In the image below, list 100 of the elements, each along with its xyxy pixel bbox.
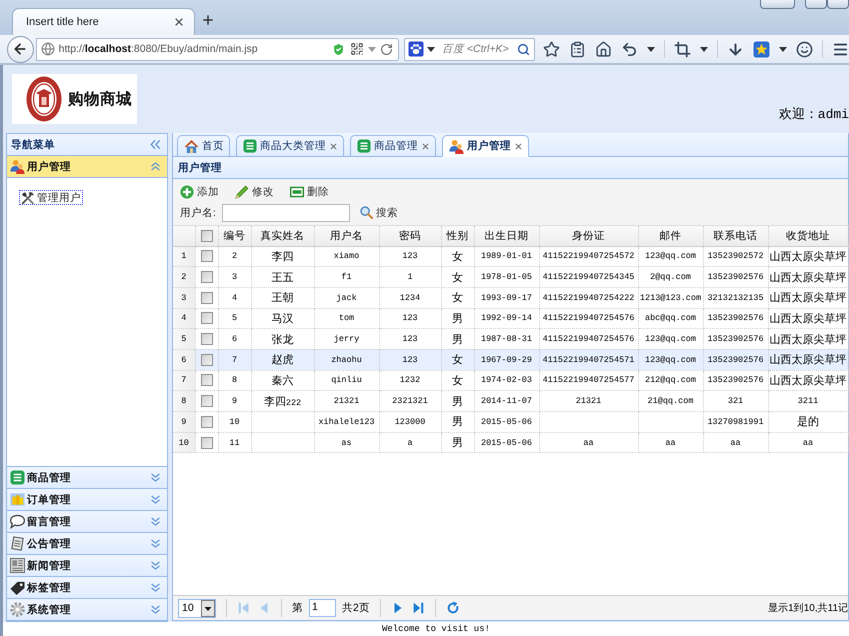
column-header[interactable]: 真实姓名 [251, 226, 314, 246]
checkbox[interactable] [200, 416, 212, 428]
refresh-icon[interactable] [446, 601, 460, 615]
column-header[interactable]: 密码 [379, 226, 441, 246]
address-bar[interactable]: http://localhost:8080/Ebuy/admin/main.jsp [36, 38, 399, 60]
close-icon[interactable] [421, 142, 430, 150]
checkbox[interactable] [200, 395, 212, 408]
close-icon[interactable] [173, 16, 185, 28]
browser-tab[interactable]: Insert title here [12, 8, 195, 35]
accordion-header[interactable]: 系统管理 [7, 599, 167, 621]
home-icon[interactable] [595, 40, 612, 58]
column-header[interactable]: 身份证 [539, 226, 638, 246]
search-icon[interactable] [517, 42, 530, 56]
accordion-header[interactable]: 新闻管理 [7, 555, 167, 577]
dropdown-icon[interactable] [201, 600, 215, 616]
list-icon [243, 139, 257, 153]
table-row[interactable]: 6 7 赵虎 zhaohu 123 女 1967-09-29 411522199407254571 123@qq.com 13523902576 山西太原尖草坪 [173, 349, 848, 370]
tab[interactable]: 用户管理 [442, 135, 529, 157]
chevrons-down-icon[interactable] [150, 516, 161, 527]
chevrons-down-icon[interactable] [150, 494, 161, 505]
accordion-header[interactable]: 标签管理 [7, 577, 167, 599]
username-field[interactable] [222, 204, 350, 222]
column-header[interactable]: 联系电话 [703, 226, 768, 246]
tab[interactable]: 首页 [177, 135, 230, 157]
table-row[interactable]: 8 9 李四222 21321 2321321 男 2014-11-07 21321 21@qq.com 321 3211 [173, 390, 848, 412]
clipboard-icon[interactable] [569, 40, 586, 58]
paw-icon[interactable] [408, 41, 424, 57]
table-row[interactable]: 10 11 as a 男 2015-05-06 aa aa aa aa [173, 432, 848, 453]
search-field[interactable]: 百度 <Ctrl+K> [404, 38, 535, 60]
chevrons-down-icon[interactable] [150, 472, 161, 483]
menu-item[interactable]: 管理用户 [19, 190, 83, 205]
crop-icon[interactable] [674, 40, 691, 58]
page-summary: 显示1到10,共11记 [768, 602, 848, 615]
page-size-select[interactable]: 10 [178, 598, 216, 618]
checkbox[interactable] [200, 354, 212, 366]
table-row[interactable]: 2 3 王五 f1 1 女 1978-01-05 411522199407254345 2@qq.com 13523902576 山西太原尖草坪 [173, 266, 848, 288]
checkbox[interactable] [200, 292, 212, 304]
accordion-header[interactable]: 用户管理 [7, 156, 167, 178]
table-row[interactable]: 3 4 王朝 jack 1234 女 1993-09-17 411522199407254222 1213@123.com 32132132135 山西太原尖草坪 [173, 287, 848, 308]
tab[interactable]: 商品大类管理 [236, 135, 344, 157]
window-control-button[interactable] [805, 0, 827, 9]
row-number: 5 [173, 328, 195, 350]
back-button[interactable] [7, 36, 34, 62]
column-header[interactable]: 编号 [218, 226, 251, 246]
accordion-header[interactable]: 留言管理 [7, 511, 167, 533]
window-control-button[interactable] [827, 0, 849, 9]
star-icon[interactable] [543, 40, 560, 58]
column-header[interactable]: 用户名 [314, 226, 379, 246]
page-input[interactable]: 1 [309, 599, 336, 617]
chevrons-down-icon[interactable] [150, 538, 161, 549]
chevrons-down-icon[interactable] [150, 560, 161, 571]
chevrons-down-icon[interactable] [150, 604, 161, 615]
chevrons-up-icon[interactable] [150, 161, 161, 172]
menu-icon[interactable] [832, 40, 849, 58]
checkbox[interactable] [200, 230, 212, 242]
edit-button[interactable]: 修改 [235, 184, 274, 198]
caret-icon[interactable] [426, 46, 435, 52]
reload-icon[interactable] [380, 42, 393, 56]
checkbox[interactable] [200, 271, 212, 284]
checkbox[interactable] [200, 250, 212, 262]
column-header[interactable]: 收货地址 [768, 226, 848, 246]
table-row[interactable]: 9 10 xihalele123 123000 男 2015-05-06 13270981991 是的 [173, 412, 848, 432]
smiley-icon[interactable] [796, 40, 813, 58]
checkbox[interactable] [200, 333, 212, 346]
close-icon[interactable] [329, 142, 338, 150]
checkbox[interactable] [200, 436, 212, 449]
checkbox[interactable] [200, 312, 212, 324]
close-icon[interactable] [514, 142, 523, 150]
undo-icon[interactable] [621, 40, 638, 58]
qr-code-icon[interactable] [350, 42, 364, 56]
column-header[interactable]: 出生日期 [474, 226, 539, 246]
caret-icon[interactable] [700, 46, 708, 52]
window-control-button[interactable] [760, 0, 795, 9]
table-row[interactable]: 1 2 李四 xiamo 123 女 1989-01-01 411522199407254572 123@qq.com 13523902572 山西太原尖草坪 [173, 246, 848, 267]
caret-icon[interactable] [779, 46, 787, 52]
accordion-header[interactable]: 订单管理 [7, 489, 167, 511]
table-row[interactable]: 5 6 张龙 jerry 123 男 1987-08-31 411522199407254576 123@qq.com 13523902576 山西太原尖草坪 [173, 328, 848, 350]
panel-title: 导航菜单 [11, 138, 55, 152]
collapse-icon[interactable] [150, 139, 161, 150]
row-number: 10 [173, 432, 195, 453]
caret-icon[interactable] [647, 46, 655, 52]
notepad-icon [10, 536, 25, 551]
table-cell: a [379, 432, 441, 453]
checkbox[interactable] [200, 374, 212, 386]
star-badge-icon[interactable] [753, 40, 770, 58]
column-header[interactable]: 邮件 [638, 226, 703, 246]
accordion-header[interactable]: 公告管理 [7, 533, 167, 555]
plus-icon[interactable] [201, 13, 215, 27]
column-header[interactable]: 性别 [441, 226, 474, 246]
delete-button[interactable]: 删除 [290, 184, 329, 198]
skip-to-end-icon[interactable] [410, 601, 425, 615]
search-button[interactable]: 搜索 [360, 206, 398, 220]
chevrons-down-icon[interactable] [150, 582, 161, 593]
table-row[interactable]: 4 5 马汉 tom 123 男 1992-09-14 411522199407254576 abc@qq.com 13523902576 山西太原尖草坪 [173, 308, 848, 329]
add-button[interactable]: 添加 [180, 184, 219, 198]
gear-icon [10, 602, 25, 617]
tab[interactable]: 商品管理 [350, 135, 436, 157]
download-icon[interactable] [727, 40, 744, 58]
table-row[interactable]: 7 8 秦六 qinliu 1232 女 1974-02-03 411522199407254577 212@qq.com 13523902576 山西太原尖草坪 [173, 370, 848, 391]
accordion-header[interactable]: 商品管理 [7, 467, 167, 489]
